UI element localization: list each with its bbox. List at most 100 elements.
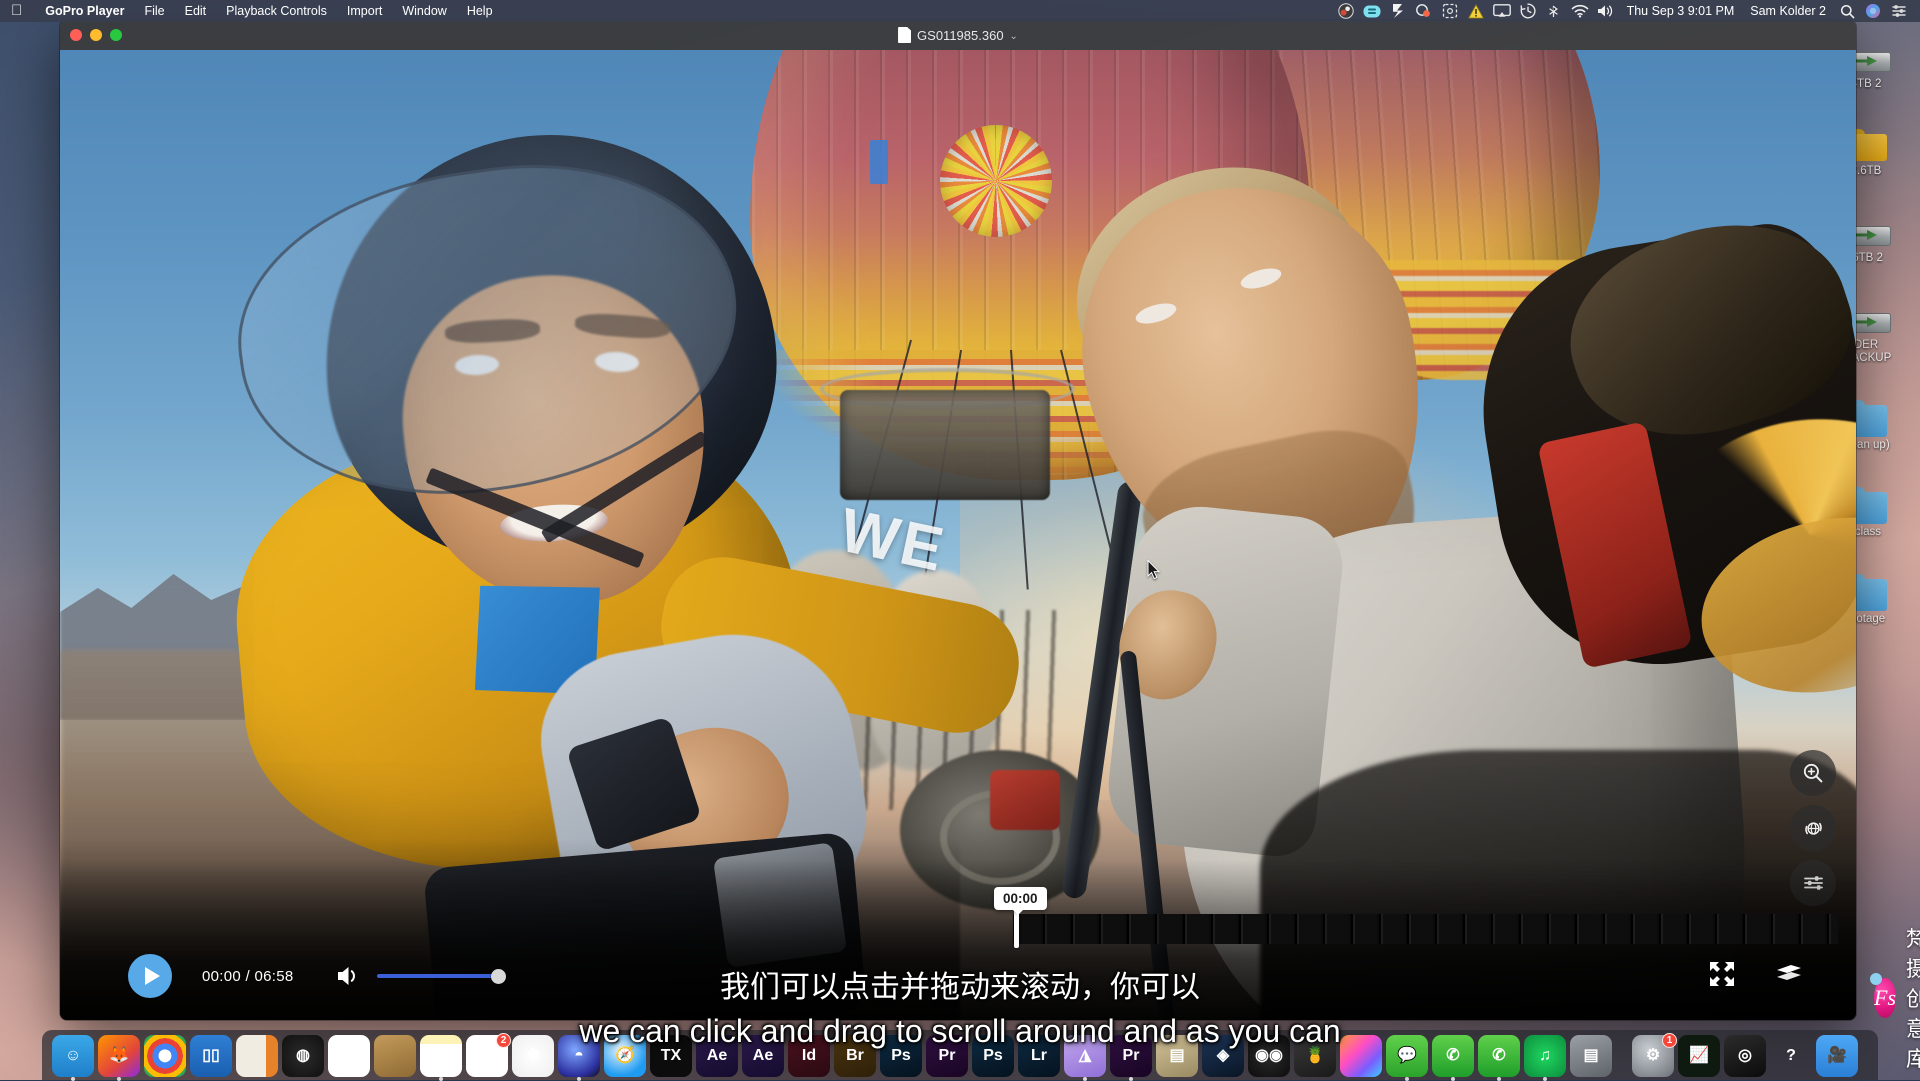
zoom-button[interactable] [110,29,122,41]
indesign-icon: Id [802,1048,816,1064]
volume-button[interactable] [337,965,363,987]
warning-triangle-icon[interactable] [1463,0,1489,22]
dock-item-downloads-folder[interactable]: ▤ [1570,1035,1612,1077]
dock-item-safari[interactable]: 🧭 [604,1035,646,1077]
handbrake-icon: 🍍 [1305,1048,1325,1064]
dock-item-activity-monitor[interactable]: 📈 [1678,1035,1720,1077]
balloon-crown-vent [940,125,1052,237]
menu-app-name[interactable]: GoPro Player [35,4,134,18]
menu-item-window[interactable]: Window [392,4,456,18]
dock-item-reminders[interactable]: ☰2 [466,1035,508,1077]
minimize-button[interactable] [90,29,102,41]
menu-item-playback-controls[interactable]: Playback Controls [216,4,337,18]
calendar-icon: 3 [345,1048,354,1064]
airplay-icon[interactable] [1489,0,1515,22]
window-title-group: GS011985.360 ⌄ [60,20,1856,50]
dock-item-calendar[interactable]: 3 [328,1035,370,1077]
dock-item-preview-image[interactable] [1340,1035,1382,1077]
grammarly-icon[interactable] [1385,0,1411,22]
menu-item-edit[interactable]: Edit [175,4,217,18]
fullscreen-expand-icon [1708,960,1736,988]
dock-item-indesign[interactable]: Id [788,1035,830,1077]
dock-item-spotify[interactable]: ♫ [1524,1035,1566,1077]
macos-menu-bar:  GoPro Player File Edit Playback Contro… [0,0,1920,22]
window-titlebar[interactable]: GS011985.360 ⌄ [60,20,1856,50]
bridge-icon: Br [846,1048,864,1064]
screen-capture-icon[interactable] [1437,0,1463,22]
safari-icon: 🧭 [615,1048,635,1064]
bartender-icon[interactable] [1359,0,1385,22]
reframe-control-button[interactable] [1790,805,1836,851]
dock-item-premiere-1[interactable]: Pr [926,1035,968,1077]
opentx-live-icon: TX [661,1048,681,1064]
dock-item-after-effects-1[interactable]: Ae [696,1035,738,1077]
dock-item-whatsapp-1[interactable]: ✆ [1432,1035,1474,1077]
obs-studio-icon[interactable] [1333,0,1359,22]
dock-item-lightroom[interactable]: Lr [1018,1035,1060,1077]
menu-item-file[interactable]: File [134,4,174,18]
dock-item-firefox[interactable]: 🦊 [98,1035,140,1077]
volume-slider[interactable] [377,974,499,978]
dock-item-facetime[interactable]: 🎥 [1816,1035,1858,1077]
dock-item-unknown-app[interactable]: ? [1770,1035,1812,1077]
dock-item-airdrop-utility[interactable]: ◎ [1724,1035,1766,1077]
dock-item-after-effects-2[interactable]: Ae [742,1035,784,1077]
siri-icon[interactable] [1860,0,1886,22]
menu-bar-username[interactable]: Sam Kolder 2 [1742,4,1834,18]
dock-item-automator[interactable]: ▤ [1156,1035,1198,1077]
dock-badge: 1 [1662,1033,1677,1048]
dock-item-photos[interactable]: ✾ [512,1035,554,1077]
filmstrip-track[interactable] [1013,914,1838,944]
dock-item-trello[interactable]: ▯▯ [190,1035,232,1077]
volume-on-icon [337,965,363,987]
dock-item-obs-studio[interactable]: ◍ [282,1035,324,1077]
dock-item-photoshop-1[interactable]: Ps [880,1035,922,1077]
dock-item-stickies[interactable] [420,1035,462,1077]
volume-slider-knob[interactable] [491,969,506,984]
dock-item-notes-journal[interactable] [236,1035,278,1077]
globe-rotate-icon [1802,817,1825,840]
timeline-scrubber[interactable]: 00:00 [78,910,1838,944]
menu-item-help[interactable]: Help [457,4,503,18]
dock-item-bridge[interactable]: Br [834,1035,876,1077]
dock-item-whatsapp-2[interactable]: ✆ [1478,1035,1520,1077]
zoom-control-button[interactable] [1790,750,1836,796]
facetime-icon: 🎥 [1827,1048,1847,1064]
window-traffic-lights [60,29,122,41]
dock-item-premiere-2[interactable]: Pr [1110,1035,1152,1077]
dock-running-indicator [1497,1077,1501,1081]
cleanmymac-icon[interactable] [1411,0,1437,22]
control-center-icon[interactable] [1886,0,1912,22]
bluetooth-share-icon[interactable] [1541,0,1567,22]
dock-item-google-chrome[interactable]: ◉ [144,1035,186,1077]
spotlight-search-icon[interactable] [1834,0,1860,22]
menu-bar-clock[interactable]: Thu Sep 3 9:01 PM [1619,4,1743,18]
time-machine-icon[interactable] [1515,0,1541,22]
keynote-icon: ◮ [1079,1048,1091,1064]
wifi-icon[interactable] [1567,0,1593,22]
menu-item-import[interactable]: Import [337,4,392,18]
dock-running-indicator [71,1077,75,1081]
dock-item-davinci-resolve[interactable]: ◉◉ [1248,1035,1290,1077]
volume-icon[interactable] [1593,0,1619,22]
dock-item-photoshop-2[interactable]: Ps [972,1035,1014,1077]
dock-item-affinity-designer[interactable]: ◈ [1202,1035,1244,1077]
play-button[interactable] [128,954,172,998]
dock-item-contacts[interactable] [374,1035,416,1077]
dock-item-finder[interactable]: ☺ [52,1035,94,1077]
dock-item-handbrake[interactable]: 🍍 [1294,1035,1336,1077]
chevron-down-icon[interactable]: ⌄ [1010,31,1018,42]
dock-item-gopro-player[interactable]: ◓ [558,1035,600,1077]
dock-item-opentx-live[interactable]: TX [650,1035,692,1077]
dock-item-system-preferences[interactable]: ⚙1 [1632,1035,1674,1077]
premiere-1-icon: Pr [939,1048,956,1064]
close-button[interactable] [70,29,82,41]
player-controls-bar: 00:00 00:00 / 06:58 [60,860,1856,1020]
video-canvas[interactable]: WE [60,50,1856,1020]
dock-item-messages[interactable]: 💬 [1386,1035,1428,1077]
dock-item-keynote[interactable]: ◮ [1064,1035,1106,1077]
video-watermark: Fs 梵摄创意库 [1874,923,1920,1073]
layers-button[interactable] [1774,962,1804,991]
apple-logo-icon[interactable]:  [0,3,35,18]
fullscreen-button[interactable] [1708,960,1736,993]
